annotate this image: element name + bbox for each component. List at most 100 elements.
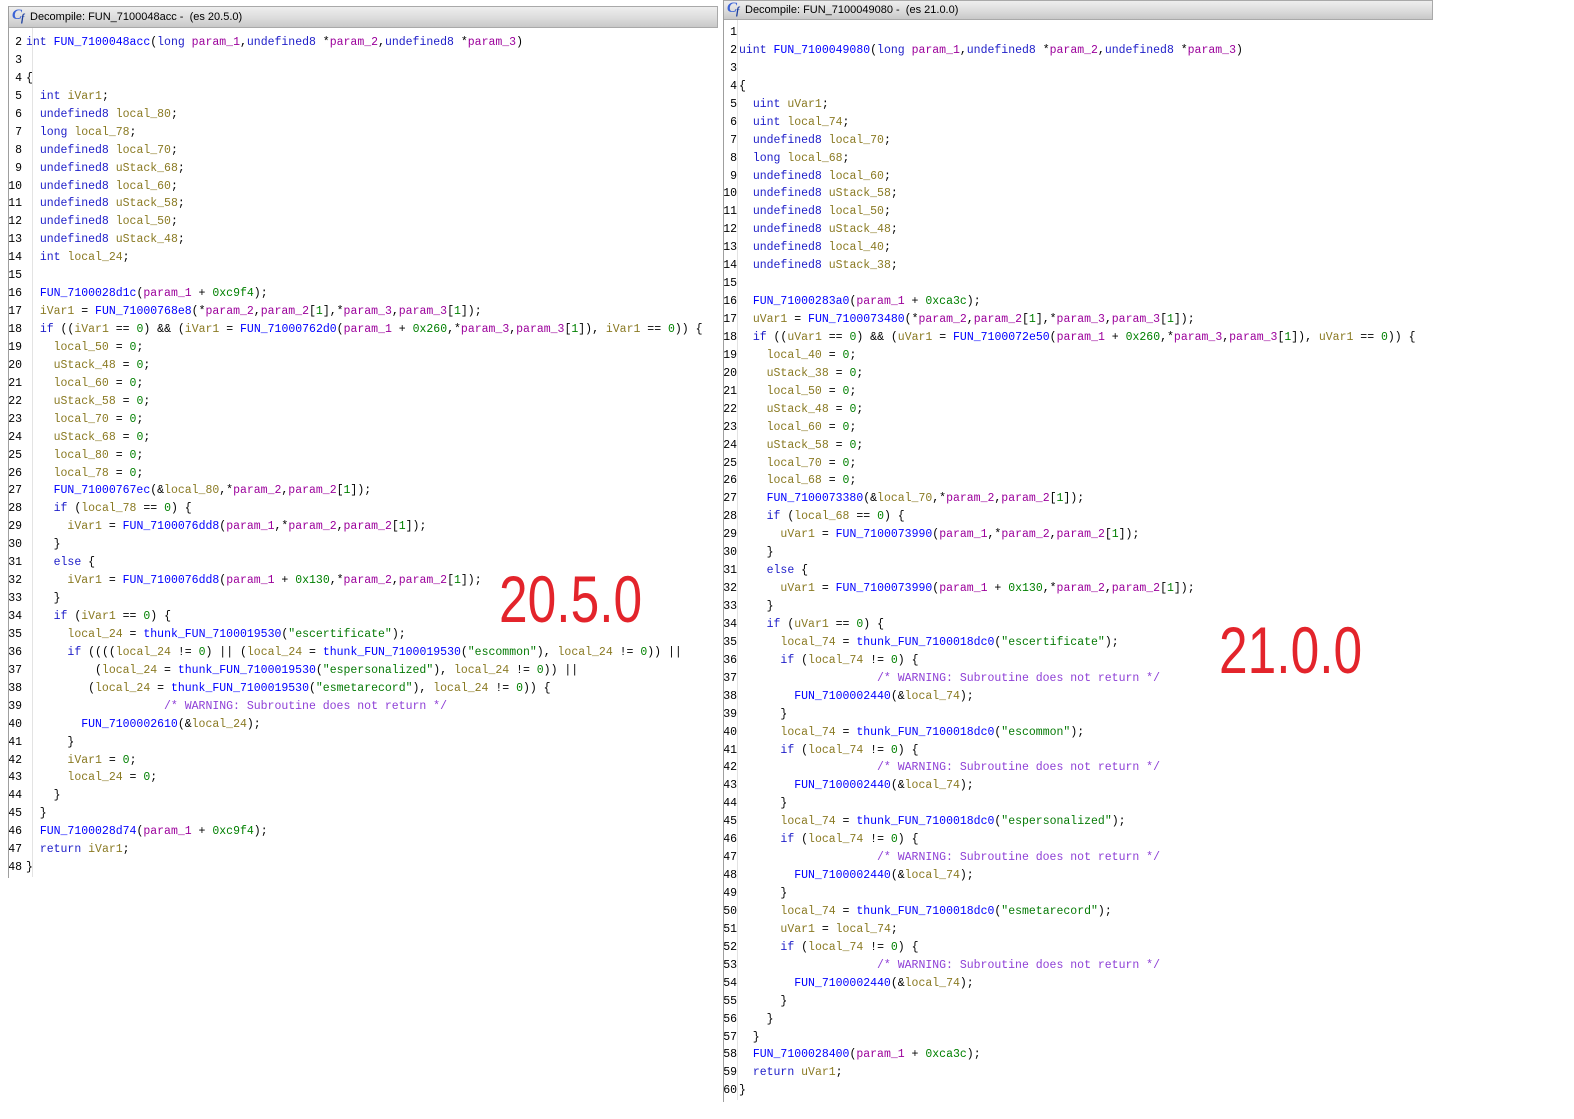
code-line[interactable]: 18 if ((uVar1 == 0) && (uVar1 = FUN_7100… <box>723 329 1433 347</box>
code-line[interactable]: 29 uVar1 = FUN_7100073990(param_1,*param… <box>723 526 1433 544</box>
code-line[interactable]: 55 } <box>723 993 1433 1011</box>
code-line[interactable]: 49 } <box>723 885 1433 903</box>
code-text[interactable]: uint uVar1; <box>737 96 829 114</box>
code-text[interactable]: FUN_7100028400(param_1 + 0xca3c); <box>737 1046 981 1064</box>
code-line[interactable]: 13 undefined8 uStack_48; <box>8 231 718 249</box>
code-line[interactable]: 41 if (local_74 != 0) { <box>723 742 1433 760</box>
code-text[interactable]: } <box>737 598 774 616</box>
code-line[interactable]: 27 FUN_7100073380(&local_70,*param_2,par… <box>723 490 1433 508</box>
code-text[interactable]: undefined8 local_60; <box>737 168 891 186</box>
code-text[interactable]: if ((iVar1 == 0) && (iVar1 = FUN_7100076… <box>24 321 703 339</box>
token-function[interactable]: thunk_FUN_7100019530 <box>143 628 281 641</box>
code-text[interactable]: local_40 = 0; <box>737 347 857 365</box>
code-line[interactable]: 24 uStack_58 = 0; <box>723 437 1433 455</box>
code-line[interactable]: 46 if (local_74 != 0) { <box>723 831 1433 849</box>
token-function[interactable]: FUN_7100073990 <box>836 582 933 595</box>
token-function[interactable]: FUN_71000762d0 <box>240 323 337 336</box>
code-line[interactable]: 42 iVar1 = 0; <box>8 752 718 770</box>
code-text[interactable]: } <box>24 536 61 554</box>
code-text[interactable]: local_74 = thunk_FUN_7100018dc0("esperso… <box>737 813 1125 831</box>
token-function[interactable]: thunk_FUN_7100018dc0 <box>856 815 994 828</box>
code-line[interactable]: 2 uint FUN_7100049080(long param_1,undefi… <box>723 42 1433 60</box>
code-line[interactable]: 1 <box>723 24 1433 42</box>
code-text[interactable]: if (iVar1 == 0) { <box>24 608 171 626</box>
code-text[interactable]: uVar1 = FUN_7100073990(param_1,*param_2,… <box>737 526 1139 544</box>
code-line[interactable]: 38 (local_24 = thunk_FUN_7100019530("esm… <box>8 680 718 698</box>
code-text[interactable]: FUN_71000767ec(&local_80,*param_2,param_… <box>24 482 372 500</box>
code-line[interactable]: 37 (local_24 = thunk_FUN_7100019530("esp… <box>8 662 718 680</box>
code-line[interactable]: 16 FUN_7100028d1c(param_1 + 0xc9f4); <box>8 285 718 303</box>
code-text[interactable]: FUN_7100073380(&local_70,*param_2,param_… <box>737 490 1085 508</box>
code-text[interactable]: iVar1 = 0; <box>24 752 136 770</box>
code-line[interactable]: 53 /* WARNING: Subroutine does not retur… <box>723 957 1433 975</box>
code-line[interactable]: 6 uint local_74; <box>723 114 1433 132</box>
code-text[interactable]: uint FUN_7100049080(long param_1,undefin… <box>737 42 1243 60</box>
code-text[interactable]: /* WARNING: Subroutine does not return *… <box>24 698 447 716</box>
code-text[interactable]: } <box>737 1082 746 1100</box>
code-line[interactable]: 9 undefined8 local_60; <box>723 168 1433 186</box>
code-text[interactable]: local_68 = 0; <box>737 472 857 490</box>
code-line[interactable]: 40 local_74 = thunk_FUN_7100018dc0("esco… <box>723 724 1433 742</box>
code-line[interactable]: 30 } <box>723 544 1433 562</box>
code-text[interactable]: } <box>737 993 787 1011</box>
code-line[interactable]: 19 local_50 = 0; <box>8 339 718 357</box>
code-text[interactable]: FUN_7100002610(&local_24); <box>24 716 260 734</box>
code-line[interactable]: 9 undefined8 uStack_68; <box>8 160 718 178</box>
code-text[interactable]: undefined8 local_50; <box>737 203 891 221</box>
code-text[interactable]: local_24 = 0; <box>24 769 157 787</box>
code-text[interactable]: undefined8 local_70; <box>24 142 178 160</box>
code-text[interactable]: uVar1 = FUN_7100073990(param_1 + 0x130,*… <box>737 580 1194 598</box>
code-line[interactable]: 17 uVar1 = FUN_7100073480(*param_2,param… <box>723 311 1433 329</box>
code-text[interactable]: if (local_74 != 0) { <box>737 652 918 670</box>
code-text[interactable]: undefined8 uStack_48; <box>737 221 898 239</box>
code-text[interactable]: { <box>737 78 746 96</box>
code-text[interactable]: local_80 = 0; <box>24 447 144 465</box>
code-text[interactable]: if (local_74 != 0) { <box>737 939 918 957</box>
code-line[interactable]: 23 local_60 = 0; <box>723 419 1433 437</box>
code-line[interactable]: 51 uVar1 = local_74; <box>723 921 1433 939</box>
window-titlebar[interactable]: C f Decompile: FUN_7100049080 - (es 21.0… <box>723 0 1433 20</box>
code-text[interactable]: if (local_74 != 0) { <box>737 831 918 849</box>
code-line[interactable]: 58 FUN_7100028400(param_1 + 0xca3c); <box>723 1046 1433 1064</box>
code-line[interactable]: 4{ <box>8 70 718 88</box>
token-function[interactable]: FUN_71000283a0 <box>753 295 850 308</box>
token-function[interactable]: FUN_7100073380 <box>767 492 864 505</box>
code-text[interactable]: int iVar1; <box>24 88 109 106</box>
code-text[interactable]: uStack_48 = 0; <box>737 401 864 419</box>
code-line[interactable]: 18 if ((iVar1 == 0) && (iVar1 = FUN_7100… <box>8 321 718 339</box>
token-function[interactable]: FUN_7100002440 <box>794 869 891 882</box>
code-line[interactable]: 5 uint uVar1; <box>723 96 1433 114</box>
token-function[interactable]: FUN_7100072e50 <box>953 331 1050 344</box>
code-text[interactable]: if (local_68 == 0) { <box>737 508 905 526</box>
token-function[interactable]: thunk_FUN_7100018dc0 <box>856 726 994 739</box>
code-text[interactable]: else { <box>24 554 95 572</box>
code-line[interactable]: 44 } <box>8 787 718 805</box>
code-text[interactable]: undefined8 local_40; <box>737 239 891 257</box>
code-text[interactable] <box>24 267 26 285</box>
token-function[interactable]: FUN_7100076dd8 <box>123 574 220 587</box>
code-line[interactable]: 36 if ((((local_24 != 0) || (local_24 = … <box>8 644 718 662</box>
code-text[interactable]: /* WARNING: Subroutine does not return *… <box>737 957 1160 975</box>
code-line[interactable]: 26 local_78 = 0; <box>8 465 718 483</box>
code-line[interactable]: 39 /* WARNING: Subroutine does not retur… <box>8 698 718 716</box>
code-line[interactable]: 42 /* WARNING: Subroutine does not retur… <box>723 759 1433 777</box>
code-line[interactable]: 14 undefined8 uStack_38; <box>723 257 1433 275</box>
code-line[interactable]: 3 <box>8 52 718 70</box>
code-text[interactable]: long local_68; <box>737 150 850 168</box>
code-line[interactable]: 3 <box>723 60 1433 78</box>
code-line[interactable]: 38 FUN_7100002440(&local_74); <box>723 688 1433 706</box>
code-text[interactable]: if ((((local_24 != 0) || (local_24 = thu… <box>24 644 681 662</box>
code-line[interactable]: 8 undefined8 local_70; <box>8 142 718 160</box>
code-text[interactable]: } <box>737 1011 774 1029</box>
token-function[interactable]: FUN_71000768e8 <box>95 305 192 318</box>
code-line[interactable]: 43 FUN_7100002440(&local_74); <box>723 777 1433 795</box>
code-text[interactable]: undefined8 uStack_38; <box>737 257 898 275</box>
code-line[interactable]: 48} <box>8 859 718 877</box>
code-line[interactable]: 46 FUN_7100028d74(param_1 + 0xc9f4); <box>8 823 718 841</box>
code-text[interactable]: } <box>24 805 47 823</box>
code-line[interactable]: 57 } <box>723 1029 1433 1047</box>
code-text[interactable]: FUN_7100002440(&local_74); <box>737 777 973 795</box>
code-text[interactable]: local_70 = 0; <box>24 411 144 429</box>
code-text[interactable]: /* WARNING: Subroutine does not return *… <box>737 849 1160 867</box>
token-function[interactable]: FUN_7100002440 <box>794 690 891 703</box>
